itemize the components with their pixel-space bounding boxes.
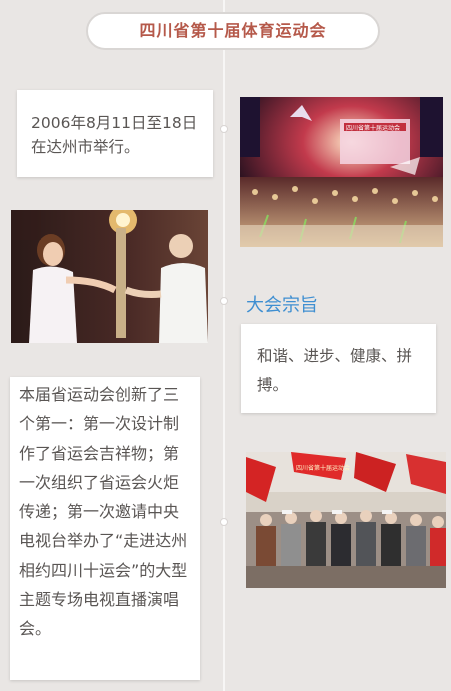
torch-handover-photo — [11, 210, 208, 343]
stage-banner: 四川省第十届运动会 — [346, 124, 400, 132]
firsts-text: 本届省运动会创新了三个第一：第一次设计制作了省运会吉祥物；第一次组织了省运会火炬… — [19, 385, 188, 639]
parade-photo: 四川省第十届运动会 — [246, 452, 446, 588]
timeline-node — [220, 125, 228, 133]
timeline-node — [220, 518, 228, 526]
purpose-card: 和谐、进步、健康、拼搏。 — [241, 324, 436, 413]
timeline-node — [220, 297, 228, 305]
firsts-card: 本届省运动会创新了三个第一：第一次设计制作了省运会吉祥物；第一次组织了省运会火炬… — [10, 377, 200, 680]
purpose-text: 和谐、进步、健康、拼搏。 — [257, 347, 413, 394]
parade-banner: 四川省第十届运动会 — [296, 464, 350, 472]
event-date-text: 2006年8月11日至18日在达州市举行。 — [31, 114, 198, 156]
event-date-card: 2006年8月11日至18日在达州市举行。 — [17, 90, 213, 177]
purpose-heading: 大会宗旨 — [246, 295, 318, 316]
page-title: 四川省第十届体育运动会 — [86, 12, 380, 50]
timeline-spine — [223, 0, 225, 691]
opening-ceremony-photo: 四川省第十届运动会 — [240, 97, 443, 247]
